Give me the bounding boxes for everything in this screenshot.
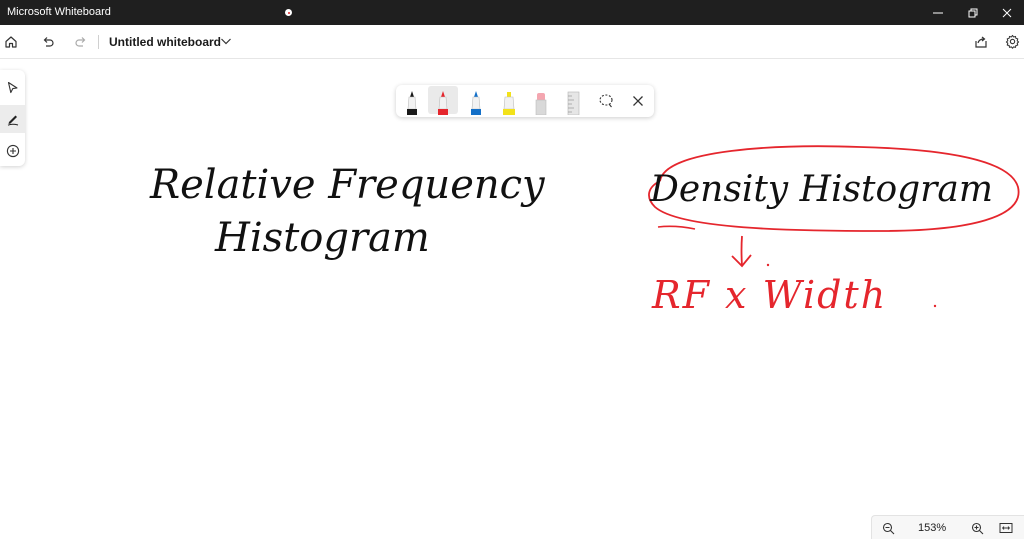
- zoom-bar: 153%: [871, 515, 1024, 539]
- gear-icon: [1005, 34, 1019, 49]
- minimize-button[interactable]: [921, 0, 955, 25]
- fit-to-screen-icon: [999, 523, 1013, 533]
- app-title: Microsoft Whiteboard: [7, 6, 111, 18]
- chevron-down-icon[interactable]: [220, 36, 232, 46]
- restore-button[interactable]: [956, 0, 990, 25]
- redo-button[interactable]: [67, 25, 95, 58]
- minimize-icon: [933, 12, 943, 13]
- undo-icon: [43, 36, 54, 47]
- share-icon: [975, 36, 987, 48]
- restore-icon: [968, 8, 978, 17]
- home-icon: [5, 35, 17, 48]
- ink-histogram: Histogram: [215, 215, 430, 261]
- app-header: Untitled whiteboard: [0, 25, 1024, 59]
- zoom-in-icon: [971, 522, 983, 534]
- red-dot-mark-2: [933, 304, 937, 308]
- zoom-in-button[interactable]: [968, 519, 986, 537]
- red-dot-mark: [766, 263, 770, 267]
- header-divider: [98, 35, 99, 49]
- settings-button[interactable]: [998, 25, 1024, 58]
- redo-icon: [75, 36, 86, 47]
- home-button[interactable]: [0, 25, 25, 58]
- zoom-out-icon: [882, 522, 894, 534]
- red-arrow-annotation: [731, 235, 752, 268]
- ink-relative-frequency: Relative Frequency: [150, 162, 545, 208]
- undo-button[interactable]: [34, 25, 62, 58]
- board-title[interactable]: Untitled whiteboard: [109, 35, 221, 49]
- close-icon: [1002, 8, 1012, 17]
- close-window-button[interactable]: [990, 0, 1024, 25]
- share-button[interactable]: [967, 25, 995, 58]
- zoom-out-button[interactable]: [879, 519, 897, 537]
- title-bar: Microsoft Whiteboard: [0, 0, 1024, 25]
- fit-to-screen-button[interactable]: [997, 519, 1015, 537]
- recording-indicator-icon: [285, 9, 292, 16]
- whiteboard-canvas[interactable]: Relative Frequency Histogram Density His…: [0, 59, 1024, 538]
- zoom-level[interactable]: 153%: [918, 522, 946, 534]
- ink-rf-times-width: RF x Width: [652, 273, 888, 317]
- ink-density-histogram: Density Histogram: [650, 169, 993, 210]
